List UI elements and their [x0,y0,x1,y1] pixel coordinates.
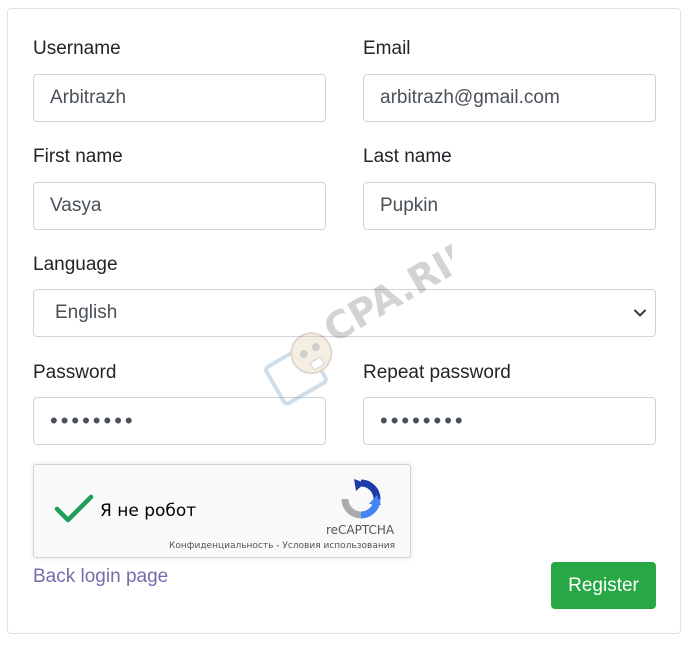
password-label: Password [33,362,117,383]
recaptcha-privacy-terms-links[interactable]: Конфиденциальность - Условия использован… [169,541,395,551]
language-selected-value: English [55,302,118,323]
last-name-label: Last name [363,146,452,167]
username-label: Username [33,38,121,59]
first-name-label: First name [33,146,123,167]
language-select[interactable]: English [33,289,656,337]
chevron-down-icon [634,309,646,317]
password-mask: •••••••• [50,408,136,433]
recaptcha-widget[interactable]: Я не робот reCAPTCHA Конфиденциальность … [33,464,411,558]
register-button[interactable]: Register [551,562,656,609]
last-name-input[interactable]: Pupkin [363,182,656,230]
checkmark-icon[interactable] [54,493,94,525]
password-input[interactable]: •••••••• [33,397,326,445]
repeat-password-input[interactable]: •••••••• [363,397,656,445]
recaptcha-logo-icon [341,479,381,519]
recaptcha-brand: reCAPTCHA [326,523,395,537]
username-input[interactable]: Arbitrazh [33,74,326,122]
language-label: Language [33,254,118,275]
recaptcha-label: Я не робот [100,501,197,521]
first-name-input[interactable]: Vasya [33,182,326,230]
repeat-password-label: Repeat password [363,362,511,383]
email-input[interactable]: arbitrazh@gmail.com [363,74,656,122]
back-login-link[interactable]: Back login page [33,566,168,588]
repeat-password-mask: •••••••• [380,408,466,433]
email-label: Email [363,38,411,59]
